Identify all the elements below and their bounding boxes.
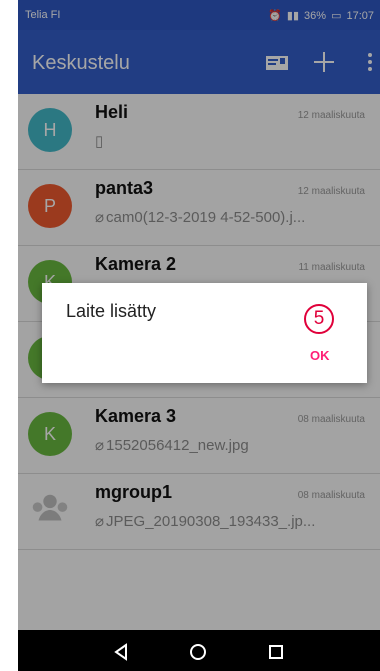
screenshot-frame: Telia FI ⏰ ▮▮ 36% ▭ 17:07 Keskustelu H H… — [0, 0, 380, 671]
back-icon[interactable] — [109, 640, 133, 664]
ok-button[interactable]: OK — [310, 348, 330, 363]
dialog-message: Laite lisätty — [66, 301, 157, 321]
device-added-dialog: Laite lisätty 5 OK — [42, 283, 367, 383]
home-icon[interactable] — [186, 640, 210, 664]
step-number-badge: 5 — [304, 304, 334, 334]
recent-apps-icon[interactable] — [264, 640, 288, 664]
system-navigation-bar — [18, 630, 380, 671]
